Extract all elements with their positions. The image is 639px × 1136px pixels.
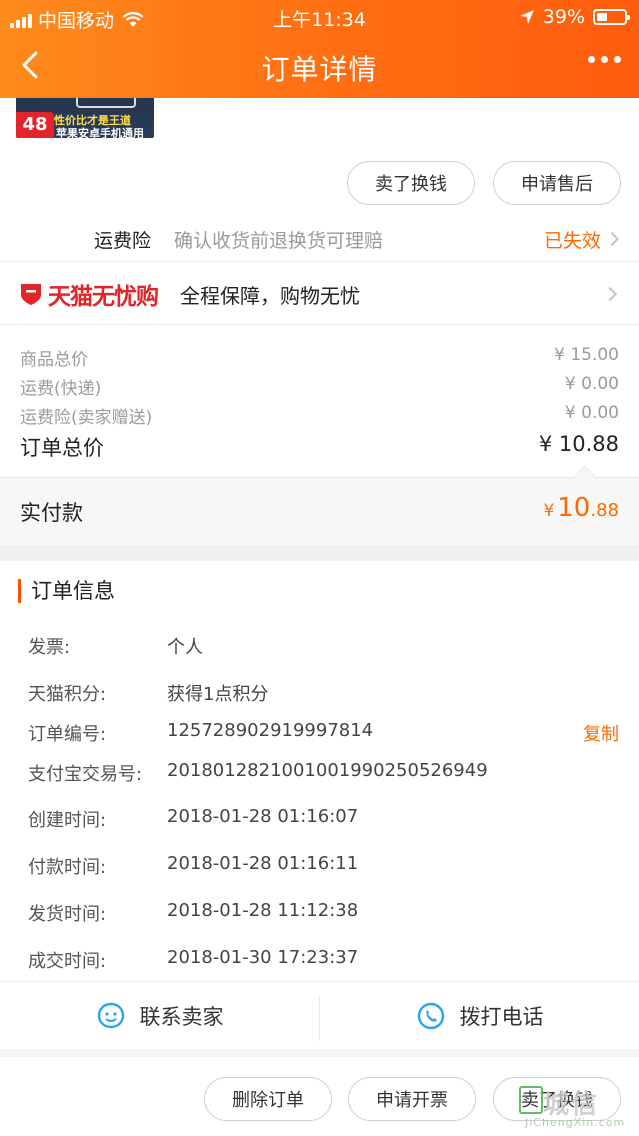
info-value: 2018012821001001990250526949 xyxy=(167,760,488,781)
info-key: 创建时间: xyxy=(28,810,107,831)
battery-icon xyxy=(593,9,630,25)
insurance-desc: 确认收货前退换货可理赔 xyxy=(174,230,384,252)
shipping-insurance-row[interactable]: 运费险 确认收货前退换货可理赔 已失效 xyxy=(0,216,639,262)
info-value: 2018-01-28 01:16:07 xyxy=(167,806,359,827)
chevron-right-icon xyxy=(602,286,618,302)
price-line-order-total: 订单总价 ¥ 10.88 xyxy=(20,432,619,462)
price-value: ¥ 0.00 xyxy=(564,374,619,394)
battery-fill xyxy=(597,13,608,21)
price-label: 运费险(卖家赠送) xyxy=(20,408,153,428)
chevron-right-icon xyxy=(604,231,620,247)
paid-currency: ¥ xyxy=(543,501,555,521)
sell-button[interactable]: 卖了换钱 xyxy=(347,161,475,205)
order-info-section: 订单信息 发票: 个人 天猫积分: 获得1点积分 订单编号: 125728902… xyxy=(0,561,639,981)
info-key: 成交时间: xyxy=(28,951,107,972)
app-header: 中国移动 上午11:34 39% 订单详情 xyxy=(0,0,639,98)
insurance-name: 运费险 xyxy=(94,230,152,252)
location-arrow-icon xyxy=(519,10,534,24)
top-action-row: 卖了换钱 申请售后 xyxy=(347,161,621,205)
paid-label: 实付款 xyxy=(20,501,83,525)
info-key: 发票: xyxy=(28,637,71,658)
copy-order-number-link[interactable]: 复制 xyxy=(583,720,619,746)
price-line-shipping: 运费(快递) ¥ 0.00 xyxy=(20,374,619,399)
tmall-shield-icon xyxy=(21,284,41,305)
tmall-slogan: 全程保障，购物无忧 xyxy=(180,284,360,308)
order-info-title: 订单信息 xyxy=(18,579,115,603)
info-value: 2018-01-28 11:12:38 xyxy=(167,900,359,921)
product-subline: 苹果安卓手机通用 xyxy=(56,127,144,138)
contact-seller-button[interactable]: 联系卖家 xyxy=(0,982,319,1049)
paid-integer: 10 xyxy=(557,493,591,523)
call-phone-button[interactable]: 拨打电话 xyxy=(320,982,639,1049)
price-line-insurance: 运费险(卖家赠送) ¥ 0.00 xyxy=(20,403,619,428)
price-breakdown: 商品总价 ¥ 15.00 运费(快递) ¥ 0.00 运费险(卖家赠送) ¥ 0… xyxy=(0,325,639,475)
section-divider xyxy=(0,545,639,561)
price-value: ¥ 0.00 xyxy=(564,403,619,423)
status-bar: 中国移动 上午11:34 39% xyxy=(0,0,639,34)
info-value: 2018-01-30 17:23:37 xyxy=(167,947,359,968)
info-value: 获得1点积分 xyxy=(167,684,269,705)
price-label: 商品总价 xyxy=(20,350,88,370)
price-line-goods: 商品总价 ¥ 15.00 xyxy=(20,345,619,370)
order-total-value: ¥ 10.88 xyxy=(538,432,619,456)
battery-percent: 39% xyxy=(542,6,585,28)
info-value: 2018-01-28 01:16:11 xyxy=(167,853,359,874)
paid-amount-box: 实付款 ¥10.88 xyxy=(0,465,639,545)
watermark-logo-icon xyxy=(519,1086,543,1114)
tmall-assurance-row[interactable]: 天猫无忧购 全程保障，购物无忧 xyxy=(0,263,639,325)
price-value: ¥ 15.00 xyxy=(554,345,619,365)
insurance-status: 已失效 xyxy=(543,230,601,252)
more-menu-icon[interactable] xyxy=(588,56,621,63)
site-watermark: 城信 JiChengXin.com xyxy=(515,1080,633,1132)
info-key: 付款时间: xyxy=(28,857,107,878)
watermark-sub: JiChengXin.com xyxy=(525,1116,626,1129)
paid-amount: ¥10.88 xyxy=(543,493,619,523)
tmall-brand: 天猫无忧购 xyxy=(48,284,159,310)
info-value: 125728902919997814 xyxy=(167,720,374,741)
delete-order-button[interactable]: 删除订单 xyxy=(204,1077,332,1121)
price-label: 运费(快递) xyxy=(20,379,102,399)
info-key: 发货时间: xyxy=(28,904,107,925)
paid-decimal: .88 xyxy=(590,500,619,521)
nav-bar: 订单详情 xyxy=(0,34,639,98)
info-key: 订单编号: xyxy=(28,724,107,745)
order-total-label: 订单总价 xyxy=(20,436,104,460)
product-price-badge: 48 xyxy=(16,112,54,138)
chat-bubble-icon xyxy=(97,1002,124,1028)
contact-bar: 联系卖家 拨打电话 xyxy=(0,981,639,1057)
request-invoice-button[interactable]: 申请开票 xyxy=(348,1077,476,1121)
info-key: 天猫积分: xyxy=(28,684,107,705)
info-value: 个人 xyxy=(167,637,203,658)
after-sale-button[interactable]: 申请售后 xyxy=(493,161,621,205)
info-key: 支付宝交易号: xyxy=(28,764,143,785)
bottom-action-bar: 删除订单 申请开票 卖了换钱 城信 JiChengXin.com xyxy=(0,1057,639,1136)
status-right: 39% xyxy=(519,6,630,28)
phone-icon xyxy=(417,1002,444,1029)
page-title: 订单详情 xyxy=(261,53,378,86)
contact-seller-label: 联系卖家 xyxy=(139,1004,224,1029)
call-phone-label: 拨打电话 xyxy=(459,1004,544,1029)
